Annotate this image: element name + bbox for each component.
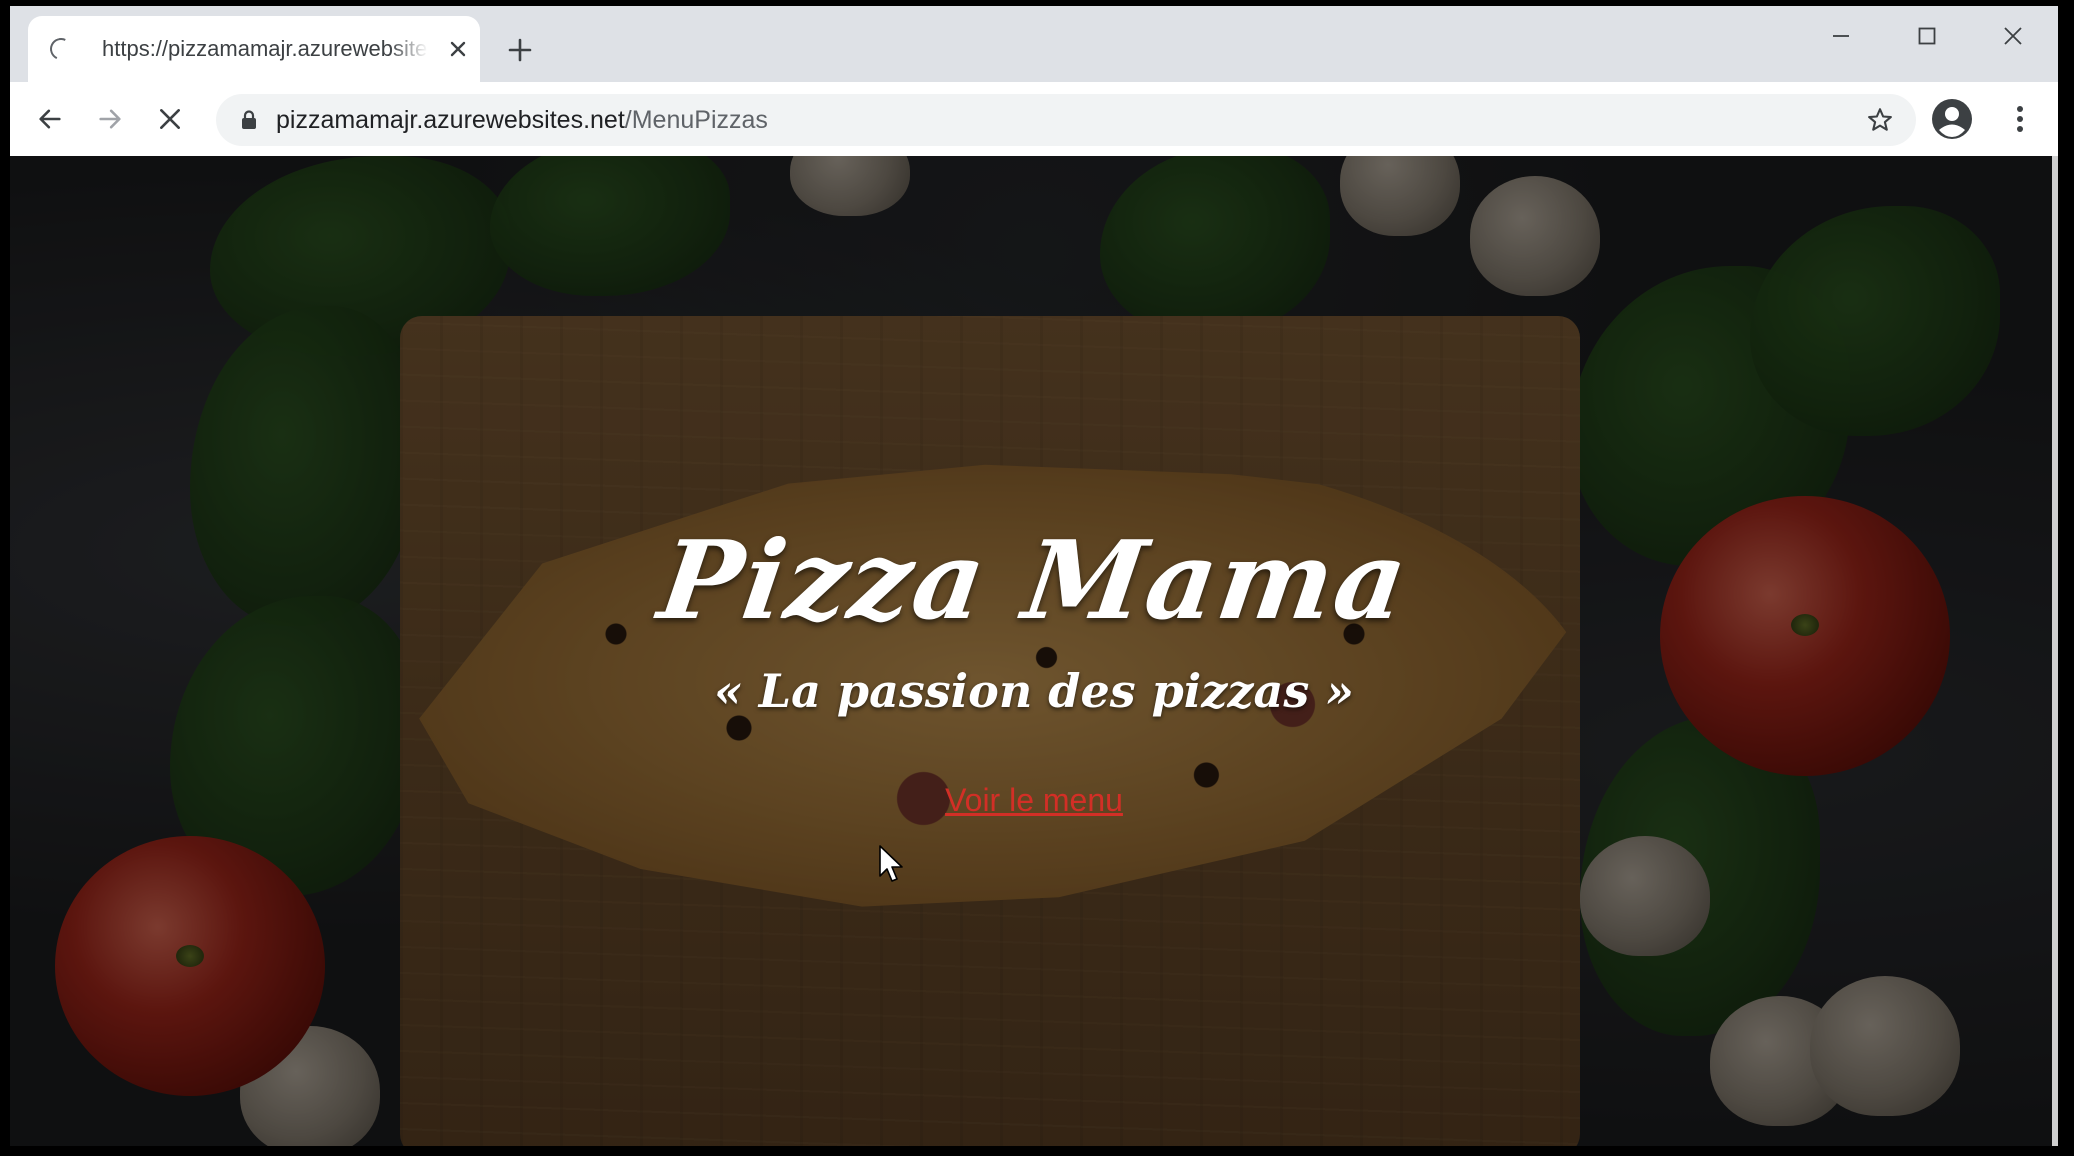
arrow-right-icon [99, 109, 121, 129]
url-text: pizzamamajr.azurewebsites.net/MenuPizzas [276, 106, 768, 135]
site-tagline: « La passion des pizzas » [713, 664, 1354, 718]
lock-icon[interactable] [238, 107, 260, 133]
browser-toolbar: pizzamamajr.azurewebsites.net/MenuPizzas [10, 82, 2058, 156]
url-path: /MenuPizzas [624, 105, 768, 134]
maximize-icon [1918, 27, 1936, 45]
back-button[interactable] [26, 95, 74, 143]
hero-section: Pizza Mama « La passion des pizzas » Voi… [10, 156, 2058, 1146]
window-close-button[interactable] [1978, 14, 2048, 58]
stop-loading-button[interactable] [146, 95, 194, 143]
tab-active[interactable]: https://pizzamamajr.azurewebsites.net/Me… [28, 16, 480, 82]
tab-close-icon[interactable] [444, 35, 472, 63]
more-vert-icon [2017, 106, 2023, 132]
arrow-left-icon [39, 109, 61, 129]
vertical-scrollbar[interactable] [2052, 156, 2058, 1146]
mouse-cursor-icon [879, 845, 903, 882]
url-host: pizzamamajr.azurewebsites.net [276, 105, 625, 134]
tab-title: https://pizzamamajr.azurewebsites.net/Me… [102, 36, 428, 61]
tab-strip: https://pizzamamajr.azurewebsites.net/Me… [10, 6, 2058, 82]
menu-link-wrapper: Voir le menu [10, 782, 2058, 819]
browser-window: https://pizzamamajr.azurewebsites.net/Me… [10, 6, 2058, 1146]
loading-spinner-icon [46, 34, 76, 64]
minimize-icon [1833, 35, 1849, 37]
close-icon [160, 109, 180, 129]
browser-menu-button[interactable] [1996, 95, 2044, 143]
new-tab-button[interactable] [500, 30, 540, 70]
forward-button[interactable] [86, 95, 134, 143]
plus-icon [508, 38, 532, 62]
page-viewport: Pizza Mama « La passion des pizzas » Voi… [10, 156, 2058, 1146]
menu-link[interactable]: Voir le menu [945, 782, 1123, 818]
star-icon[interactable] [1862, 102, 1898, 138]
minimize-button[interactable] [1806, 14, 1876, 58]
window-close-icon [2004, 27, 2022, 45]
site-title: Pizza Mama [652, 518, 1416, 644]
profile-button[interactable] [1928, 95, 1976, 143]
account-circle-icon [1932, 99, 1972, 139]
maximize-button[interactable] [1892, 14, 1962, 58]
address-bar[interactable]: pizzamamajr.azurewebsites.net/MenuPizzas [216, 94, 1916, 146]
hero-content: Pizza Mama « La passion des pizzas » Voi… [10, 156, 2058, 1146]
